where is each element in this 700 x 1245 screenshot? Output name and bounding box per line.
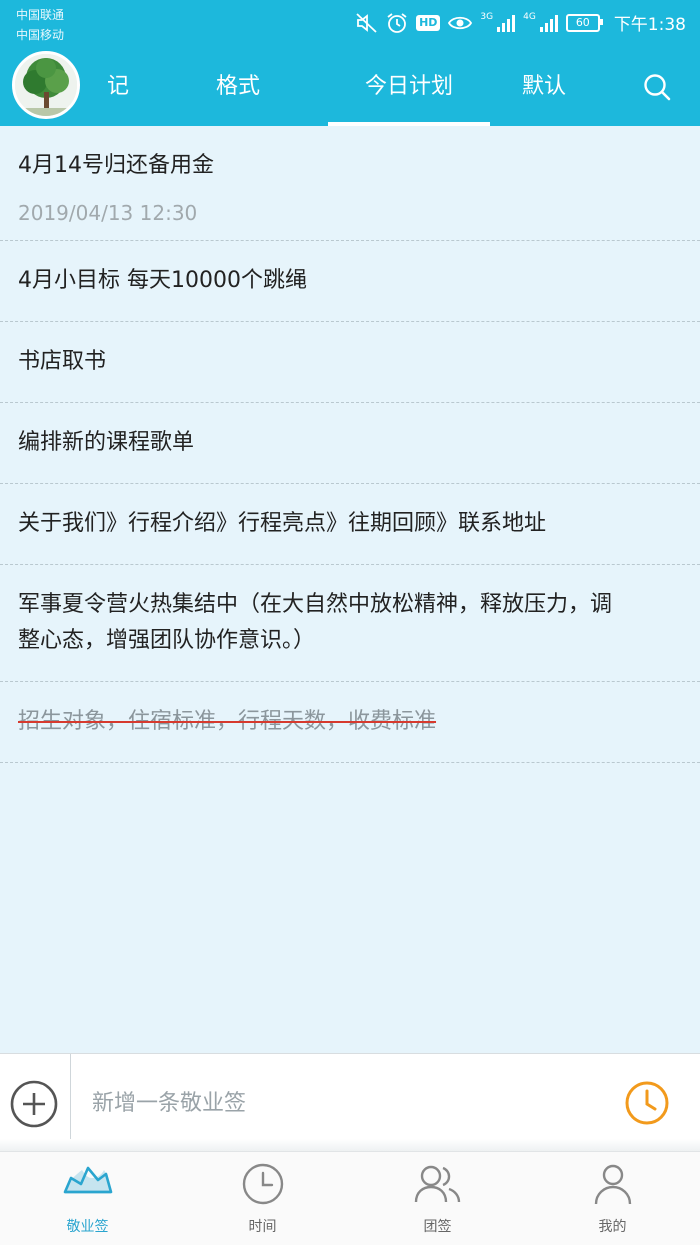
bottom-tab-notes[interactable]: 敬业签 [0, 1152, 175, 1245]
input-bar-shadow [0, 1139, 700, 1151]
eye-icon [448, 14, 473, 32]
battery-level: 60 [575, 15, 590, 29]
team-icon [414, 1165, 460, 1203]
note-list: 4月14号归还备用金 2019/04/13 12:30 4月小目标 每天1000… [0, 126, 700, 763]
bottom-tab-me[interactable]: 我的 [525, 1152, 700, 1245]
tab-format[interactable]: 格式 [190, 46, 286, 126]
clock-icon [242, 1163, 283, 1205]
signal-icon [497, 14, 516, 32]
bottom-navigation: 敬业签 时间 团签 我的 [0, 1151, 700, 1245]
status-bar: 中国联通 中国移动 HD 3G 4G 60 下午1:38 [0, 0, 700, 46]
bottom-tab-label: 我的 [598, 1219, 627, 1235]
top-navigation: 记 格式 今日计划 默认 [0, 46, 700, 126]
bottom-tab-team[interactable]: 团签 [350, 1152, 525, 1245]
tab-today-plan[interactable]: 今日计划 [328, 46, 490, 126]
tab-default[interactable]: 默认 [500, 46, 588, 126]
hd-badge: HD [416, 14, 441, 31]
note-text: 编排新的课程歌单 [18, 430, 195, 455]
note-timestamp: 2019/04/13 12:30 [18, 201, 198, 225]
note-text: 4月14号归还备用金 [18, 153, 214, 178]
mute-icon [356, 12, 378, 33]
new-note-bar: 新增一条敬业签 [0, 1053, 700, 1152]
note-item[interactable]: 编排新的课程歌单 [0, 403, 700, 484]
note-text: 招生对象，住宿标准，行程天数，收费标准 [18, 709, 437, 734]
alarm-icon [386, 12, 408, 34]
note-item[interactable]: 关于我们》行程介绍》行程亮点》往期回顾》联系地址 [0, 484, 700, 565]
divider [70, 1054, 71, 1152]
note-text: 军事夏令营火热集结中（在大自然中放松精神，释放压力，调整心态，增强团队协作意识。… [18, 592, 613, 653]
avatar[interactable] [12, 51, 80, 119]
bottom-tab-label: 团签 [423, 1219, 452, 1235]
note-item-completed[interactable]: 招生对象，住宿标准，行程天数，收费标准 [0, 682, 700, 763]
network-4g-label: 4G [523, 11, 536, 22]
note-text: 书店取书 [18, 349, 107, 374]
carrier-1: 中国联通 [16, 8, 65, 22]
network-3g-label: 3G [480, 11, 494, 22]
tab-notes[interactable]: 记 [100, 46, 136, 126]
bottom-tab-time[interactable]: 时间 [175, 1152, 350, 1245]
note-item[interactable]: 书店取书 [0, 322, 700, 403]
note-item[interactable]: 4月14号归还备用金 2019/04/13 12:30 [0, 126, 700, 241]
new-note-input[interactable]: 新增一条敬业签 [92, 1084, 246, 1124]
search-icon[interactable] [642, 72, 672, 102]
note-icon [63, 1166, 112, 1194]
note-text: 4月小目标 每天10000个跳绳 [18, 268, 307, 293]
carrier-2: 中国移动 [16, 28, 65, 42]
battery-icon: 60 [565, 13, 603, 32]
note-text: 关于我们》行程介绍》行程亮点》往期回顾》联系地址 [18, 511, 547, 536]
person-icon [594, 1164, 631, 1205]
add-icon[interactable] [10, 1080, 58, 1128]
reminder-clock-icon[interactable] [624, 1080, 670, 1126]
note-item[interactable]: 4月小目标 每天10000个跳绳 [0, 241, 700, 322]
bottom-tab-label: 敬业签 [66, 1219, 109, 1235]
bottom-tab-label: 时间 [248, 1219, 277, 1235]
note-item[interactable]: 军事夏令营火热集结中（在大自然中放松精神，释放压力，调整心态，增强团队协作意识。… [0, 565, 700, 682]
signal-icon-2 [539, 14, 558, 32]
clock-time: 下午1:38 [613, 15, 686, 35]
